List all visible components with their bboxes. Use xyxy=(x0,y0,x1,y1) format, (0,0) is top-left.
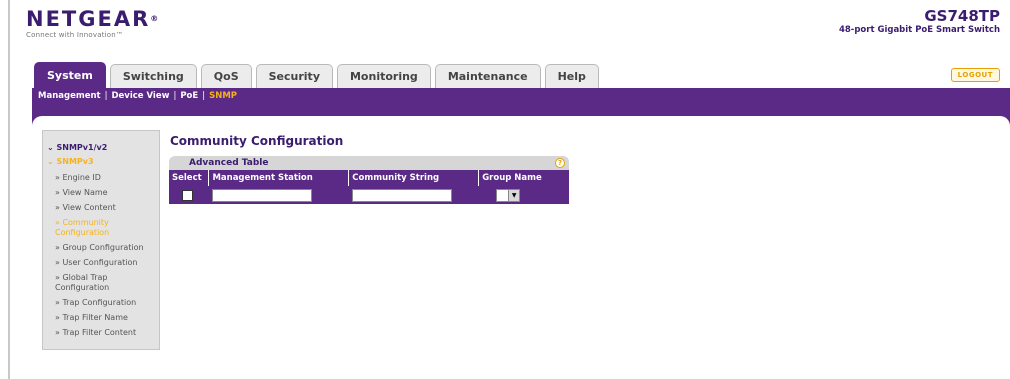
nav-item-group-configuration[interactable]: » Group Configuration xyxy=(43,243,159,253)
nav-group-label: SNMPv1/v2 xyxy=(56,143,108,152)
nav-group-label: SNMPv3 xyxy=(56,157,94,166)
community-table: Select Management Station Community Stri… xyxy=(169,170,569,204)
community-string-input[interactable] xyxy=(352,188,453,202)
side-navigation: ⌄ SNMPv1/v2 ⌄ SNMPv3 » Engine ID » View … xyxy=(42,130,160,350)
model-info: GS748TP 48-port Gigabit PoE Smart Switch xyxy=(839,8,1000,35)
logo-text: NETGEAR xyxy=(26,7,151,31)
community-string-cell xyxy=(348,186,480,204)
submenu-bar: Management | Device View | PoE | SNMP xyxy=(32,88,1010,104)
submenu-snmp[interactable]: SNMP xyxy=(209,91,237,101)
help-icon[interactable]: ? xyxy=(555,158,565,168)
submenu-separator: | xyxy=(202,91,206,101)
nav-item-view-name[interactable]: » View Name xyxy=(43,188,159,198)
page-frame: NETGEAR® Connect with Innovation™ GS748T… xyxy=(8,0,1010,379)
tab-monitoring[interactable]: Monitoring xyxy=(336,64,431,88)
chevron-icon: ⌄ xyxy=(47,143,57,152)
advanced-table: Advanced Table ? Select Management Stati… xyxy=(169,156,569,204)
nav-group-snmpv3[interactable]: ⌄ SNMPv3 xyxy=(43,157,159,171)
logout-button[interactable]: LOGOUT xyxy=(950,68,1000,82)
nav-group-snmpv1-v2[interactable]: ⌄ SNMPv1/v2 xyxy=(43,143,159,157)
column-header-community-string: Community String xyxy=(348,170,480,186)
column-header-group-name: Group Name xyxy=(478,170,569,186)
dropdown-arrow-icon: ▼ xyxy=(508,189,520,201)
nav-item-trap-filter-content[interactable]: » Trap Filter Content xyxy=(43,328,159,338)
model-description: 48-port Gigabit PoE Smart Switch xyxy=(838,25,1000,35)
nav-item-engine-id[interactable]: » Engine ID xyxy=(43,173,159,183)
registered-mark: ® xyxy=(150,14,159,23)
group-name-select[interactable]: ▼ xyxy=(496,188,521,202)
chevron-icon: ⌄ xyxy=(47,157,57,166)
group-name-cell: ▼ xyxy=(478,186,569,204)
select-cell xyxy=(169,186,210,204)
submenu-poe[interactable]: PoE xyxy=(180,91,198,101)
tab-maintenance[interactable]: Maintenance xyxy=(434,64,541,88)
management-station-cell xyxy=(208,186,350,204)
table-header-bar: Advanced Table ? xyxy=(169,156,569,170)
tab-qos[interactable]: QoS xyxy=(200,64,252,88)
column-header-select: Select xyxy=(169,170,210,186)
header: NETGEAR® Connect with Innovation™ GS748T… xyxy=(10,0,1010,98)
tab-switching[interactable]: Switching xyxy=(109,64,197,88)
submenu-separator: | xyxy=(104,91,108,101)
netgear-logo: NETGEAR® Connect with Innovation™ xyxy=(26,8,158,39)
nav-item-community-configuration[interactable]: » Community Configuration xyxy=(43,218,159,238)
nav-item-user-configuration[interactable]: » User Configuration xyxy=(43,258,159,268)
table-header-row: Select Management Station Community Stri… xyxy=(169,170,569,186)
tab-help[interactable]: Help xyxy=(544,64,599,88)
logo-tagline: Connect with Innovation™ xyxy=(26,31,124,39)
submenu-management[interactable]: Management xyxy=(38,91,101,101)
nav-item-trap-filter-name[interactable]: » Trap Filter Name xyxy=(43,313,159,323)
page-title: Community Configuration xyxy=(170,134,344,148)
table-row: ▼ xyxy=(169,186,569,204)
table-label: Advanced Table xyxy=(189,158,269,168)
tab-security[interactable]: Security xyxy=(255,64,333,88)
management-station-input[interactable] xyxy=(212,188,313,202)
nav-item-view-content[interactable]: » View Content xyxy=(43,203,159,213)
nav-item-trap-configuration[interactable]: » Trap Configuration xyxy=(43,298,159,308)
submenu-device-view[interactable]: Device View xyxy=(111,91,169,101)
column-header-management-station: Management Station xyxy=(208,170,350,186)
content-area: ⌄ SNMPv1/v2 ⌄ SNMPv3 » Engine ID » View … xyxy=(32,104,1010,379)
submenu-separator: | xyxy=(173,91,177,101)
content-panel: ⌄ SNMPv1/v2 ⌄ SNMPv3 » Engine ID » View … xyxy=(32,116,1010,379)
model-name: GS748TP xyxy=(924,7,1000,25)
nav-item-global-trap-configuration[interactable]: » Global Trap Configuration xyxy=(43,273,159,293)
main-tabs: System Switching QoS Security Monitoring… xyxy=(34,62,603,88)
select-checkbox[interactable] xyxy=(182,189,193,201)
tab-system[interactable]: System xyxy=(34,62,106,88)
